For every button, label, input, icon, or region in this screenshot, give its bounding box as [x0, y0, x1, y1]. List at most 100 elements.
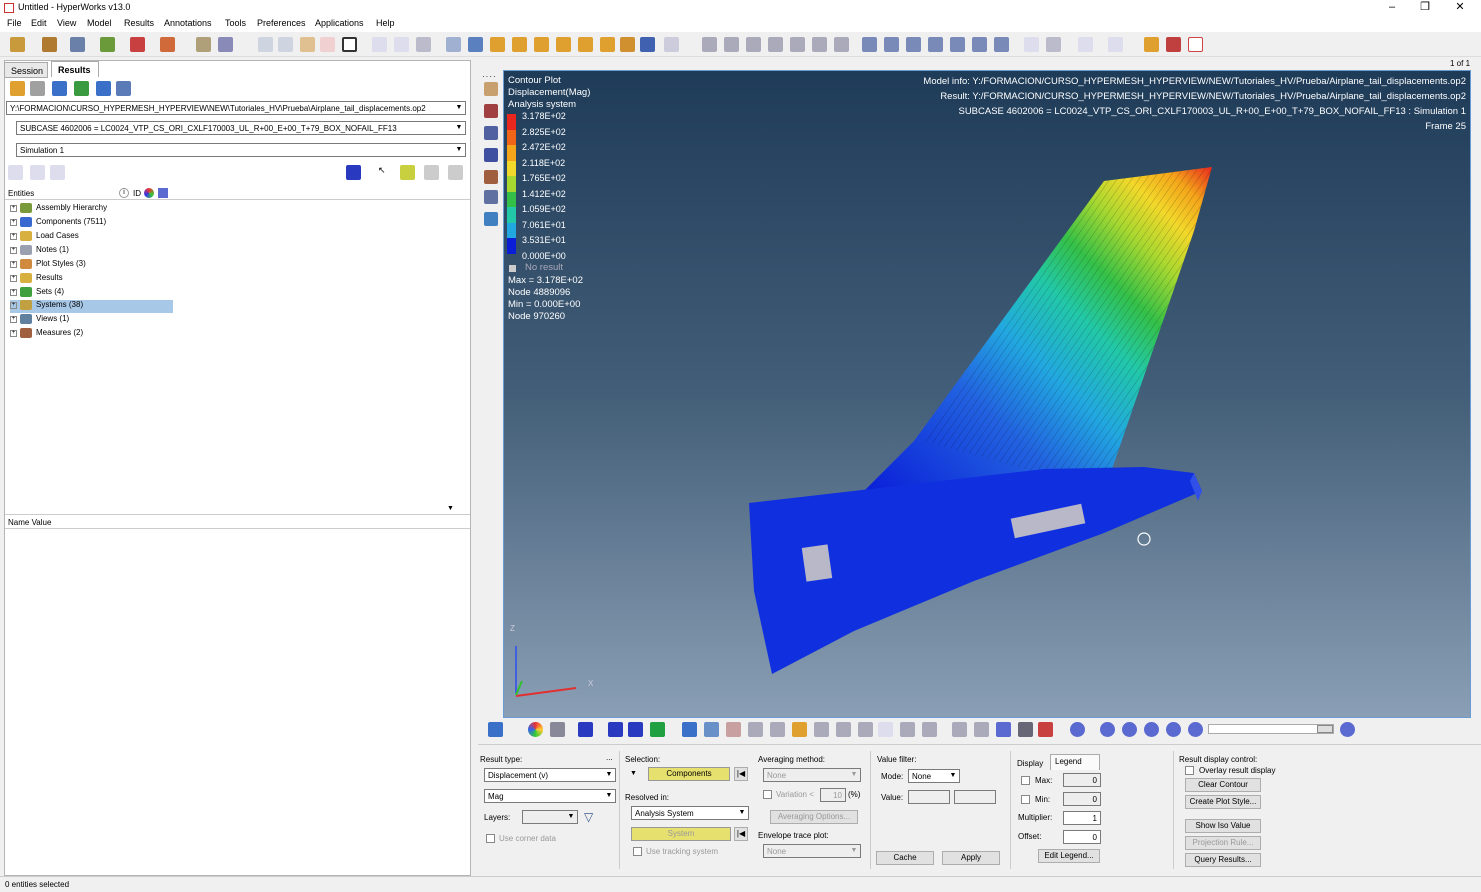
tab-legend-frame[interactable]: Legend: [1050, 754, 1100, 770]
axis2-icon[interactable]: [512, 37, 527, 52]
zoom-icon[interactable]: [446, 37, 461, 52]
averaging-select[interactable]: None ▼: [763, 768, 861, 782]
projection-rule-button[interactable]: Projection Rule...: [1185, 836, 1261, 850]
expand-icon[interactable]: +: [10, 204, 17, 212]
tab-session[interactable]: Session: [4, 62, 48, 78]
display-icon[interactable]: [158, 188, 168, 198]
view-iso-icon[interactable]: [994, 37, 1009, 52]
copy-icon[interactable]: [1024, 37, 1039, 52]
fill-icon[interactable]: [640, 37, 655, 52]
expand-icon[interactable]: +: [10, 301, 17, 309]
open-session-icon[interactable]: [10, 37, 25, 52]
sync-icon[interactable]: [416, 37, 431, 52]
menu-tools[interactable]: Tools: [225, 18, 246, 28]
step-forward-icon[interactable]: [1166, 722, 1181, 737]
clear-contour-button[interactable]: Clear Contour: [1185, 778, 1261, 792]
menu-edit[interactable]: Edit: [31, 18, 47, 28]
filter-icon[interactable]: [8, 165, 23, 180]
menu-annotations[interactable]: Annotations: [164, 18, 212, 28]
contour-icon[interactable]: [488, 722, 503, 737]
menu-model[interactable]: Model: [87, 18, 112, 28]
tree-item-measures[interactable]: + Measures (2): [10, 328, 83, 341]
use-corner-data-checkbox[interactable]: [486, 834, 495, 843]
averaging-options-button[interactable]: Averaging Options...: [770, 810, 858, 824]
view-top-icon[interactable]: [950, 37, 965, 52]
menu-view[interactable]: View: [57, 18, 76, 28]
graphics-viewport[interactable]: Contour Plot Displacement(Mag) Analysis …: [503, 70, 1471, 718]
capture-icon[interactable]: [130, 37, 145, 52]
apply-button[interactable]: Apply: [942, 851, 1000, 865]
window-icon[interactable]: [372, 37, 387, 52]
anchor-icon[interactable]: [620, 37, 635, 52]
step-back-icon[interactable]: [1122, 722, 1137, 737]
undo-icon[interactable]: [196, 37, 211, 52]
simulation-select[interactable]: Simulation 1 ▼: [16, 143, 466, 157]
marker-icon[interactable]: [922, 722, 937, 737]
max-input[interactable]: 0: [1063, 773, 1101, 787]
edit-legend-button[interactable]: Edit Legend...: [1038, 849, 1100, 863]
edit-icon[interactable]: [952, 722, 967, 737]
tree-item-views[interactable]: + Views (1): [10, 314, 69, 327]
save-icon[interactable]: [70, 37, 85, 52]
component-select[interactable]: Mag ▼: [484, 789, 616, 803]
fit-icon[interactable]: [702, 37, 717, 52]
side-tool-icon[interactable]: [484, 82, 498, 96]
deform-icon[interactable]: [726, 722, 741, 737]
end-icon[interactable]: [1188, 722, 1203, 737]
add-page-icon[interactable]: [300, 37, 315, 52]
envelope-select[interactable]: None ▼: [763, 844, 861, 858]
model-view[interactable]: [504, 71, 1471, 718]
mask-icon[interactable]: [424, 165, 439, 180]
query-results-button[interactable]: Query Results...: [1185, 853, 1261, 867]
view-bottom-icon[interactable]: [972, 37, 987, 52]
maximize-button[interactable]: ❐: [1413, 0, 1437, 16]
zoom-in-icon[interactable]: [724, 37, 739, 52]
expand-icon[interactable]: +: [10, 288, 17, 296]
filter-icon[interactable]: ▽: [584, 810, 593, 824]
side-tool-icon[interactable]: [484, 104, 498, 118]
chevron-down-icon[interactable]: ▼: [447, 505, 454, 512]
close-button[interactable]: ✕: [1448, 0, 1472, 16]
open-model-icon[interactable]: [42, 37, 57, 52]
comment-icon[interactable]: [974, 722, 989, 737]
cursor-icon[interactable]: ↖: [378, 165, 393, 180]
view-back-icon[interactable]: [884, 37, 899, 52]
wire-icon[interactable]: [578, 722, 593, 737]
transparent-icon[interactable]: [650, 722, 665, 737]
tab-display[interactable]: Display: [1017, 759, 1043, 768]
minimize-button[interactable]: –: [1380, 0, 1404, 16]
export-icon[interactable]: [100, 37, 115, 52]
tree-icon[interactable]: [50, 165, 65, 180]
apply-icon[interactable]: [96, 81, 111, 96]
variation-input[interactable]: 10: [820, 788, 846, 802]
list-icon[interactable]: [30, 165, 45, 180]
axis-icon[interactable]: [490, 37, 505, 52]
side-tool-icon[interactable]: [484, 148, 498, 162]
note-icon[interactable]: [878, 722, 893, 737]
chevron-down-icon[interactable]: ▼: [630, 770, 637, 777]
mode-select[interactable]: None ▼: [908, 769, 960, 783]
menu-file[interactable]: File: [7, 18, 22, 28]
expand-icon[interactable]: +: [10, 274, 17, 282]
add-icon[interactable]: [74, 81, 89, 96]
view-front-icon[interactable]: [862, 37, 877, 52]
axis3-icon[interactable]: [534, 37, 549, 52]
hand-icon[interactable]: [768, 37, 783, 52]
side-tool-icon[interactable]: [484, 190, 498, 204]
expand-icon[interactable]: +: [10, 315, 17, 323]
more-icon[interactable]: ...: [606, 753, 613, 762]
animation-settings-icon[interactable]: [1340, 722, 1355, 737]
query-icon[interactable]: [814, 722, 829, 737]
side-tool-icon[interactable]: [484, 126, 498, 140]
back-icon[interactable]: [258, 37, 273, 52]
tree-item-plot-styles[interactable]: + Plot Styles (3): [10, 259, 86, 272]
system-button[interactable]: System: [631, 827, 731, 841]
tree-item-results[interactable]: + Results: [10, 273, 63, 286]
max-checkbox[interactable]: [1021, 776, 1030, 785]
tree-item-systems[interactable]: + Systems (38): [10, 300, 173, 313]
probe-icon[interactable]: [900, 722, 915, 737]
expand-icon[interactable]: +: [10, 232, 17, 240]
section-icon[interactable]: [748, 722, 763, 737]
axis4-icon[interactable]: [556, 37, 571, 52]
rotate-icon[interactable]: [834, 37, 849, 52]
